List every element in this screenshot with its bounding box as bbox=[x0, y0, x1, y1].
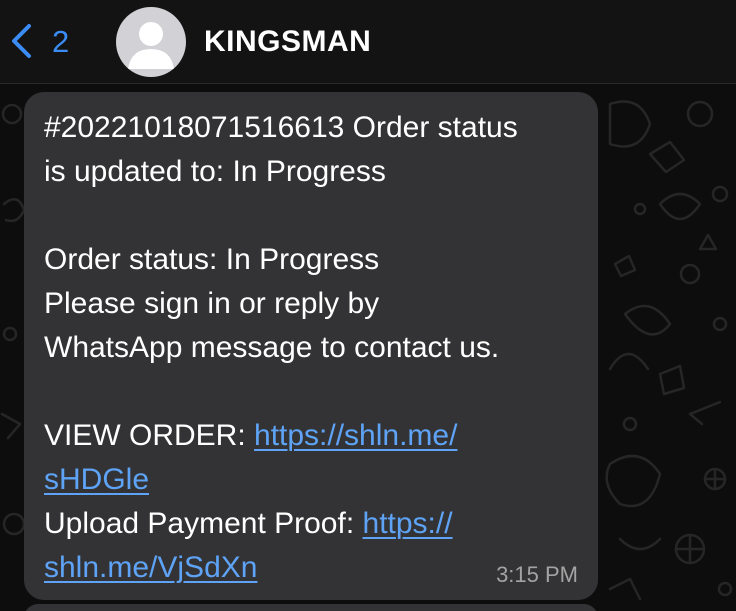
message-line: Please sign in or reply by bbox=[44, 287, 380, 320]
view-order-line: VIEW ORDER: https://shln.me/ bbox=[44, 414, 580, 458]
message-line: is updated to: In Progress bbox=[44, 155, 386, 188]
upload-proof-line: Upload Payment Proof: https:// bbox=[44, 502, 580, 546]
contact-name[interactable]: KINGSMAN bbox=[204, 24, 371, 60]
message-line: WhatsApp message to contact us. bbox=[44, 331, 500, 364]
message-line: #20221018071516613 Order status bbox=[44, 111, 518, 144]
view-order-link-cont[interactable]: sHDGle bbox=[44, 463, 149, 496]
chat-screen: 2 KINGSMAN #20221018071516613 Order stat… bbox=[0, 0, 736, 611]
chevron-left-icon bbox=[6, 21, 36, 61]
next-message-bubble[interactable] bbox=[24, 604, 598, 611]
upload-proof-label: Upload Payment Proof: bbox=[44, 507, 363, 540]
message-bubble[interactable]: #20221018071516613 Order status is updat… bbox=[24, 92, 598, 600]
unread-count: 2 bbox=[52, 23, 70, 59]
view-order-line-cont: sHDGle bbox=[44, 458, 580, 502]
upload-proof-link[interactable]: https:// bbox=[363, 507, 453, 540]
message-timestamp: 3:15 PM bbox=[496, 562, 578, 587]
view-order-label: VIEW ORDER: bbox=[44, 419, 255, 452]
person-silhouette-icon bbox=[128, 22, 174, 69]
upload-proof-link-cont[interactable]: shln.me/VjSdXn bbox=[44, 551, 257, 584]
avatar[interactable] bbox=[116, 7, 186, 77]
chat-header: 2 KINGSMAN bbox=[0, 0, 736, 84]
message-line: Order status: In Progress bbox=[44, 243, 380, 276]
back-button[interactable]: 2 bbox=[6, 16, 69, 66]
view-order-link[interactable]: https://shln.me/ bbox=[254, 419, 457, 452]
